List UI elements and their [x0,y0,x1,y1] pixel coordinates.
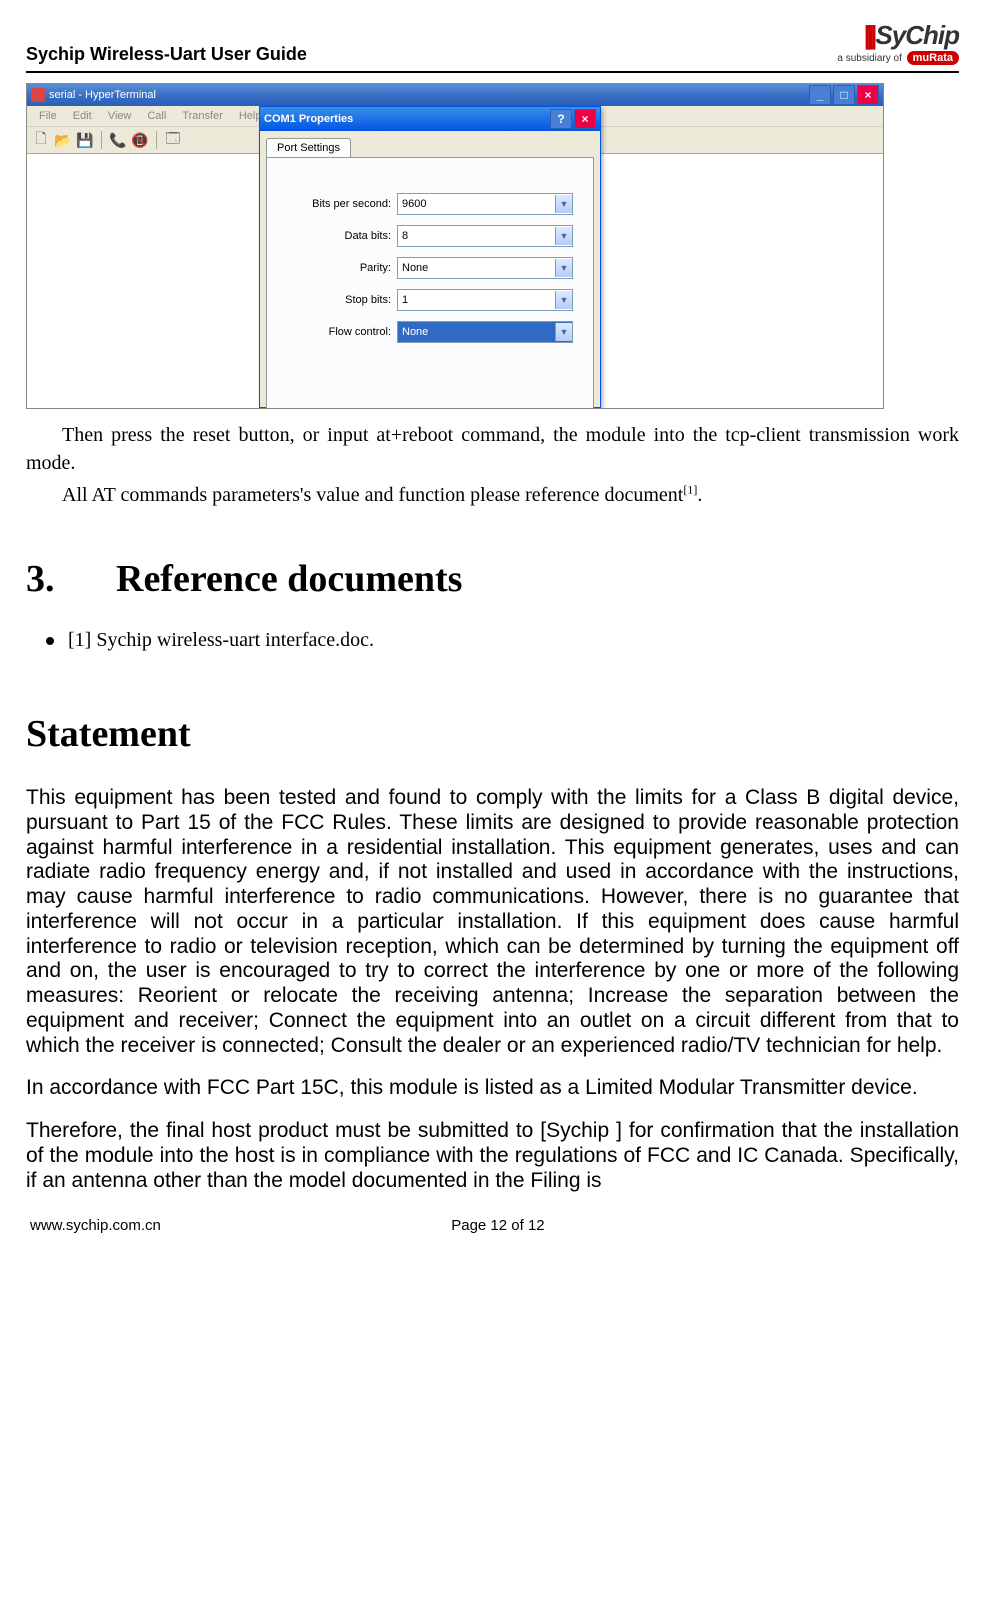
hyperterminal-titlebar: serial - HyperTerminal _ □ × [27,84,883,106]
app-icon [31,88,45,102]
page-footer: www.sychip.com.cn Page 12 of 12 [26,1217,959,1234]
chevron-down-icon: ▼ [555,195,572,213]
label-parity: Parity: [267,262,391,274]
save-icon[interactable]: 💾 [75,130,95,150]
statement-heading: Statement [26,712,959,756]
bullet-icon [46,637,54,645]
dialog-titlebar: COM1 Properties ? × [260,107,600,131]
footer-url: www.sychip.com.cn [30,1217,161,1234]
label-baud: Bits per second: [267,198,391,210]
open-icon[interactable]: 📂 [53,130,73,150]
section-3-heading: 3.Reference documents [26,557,959,601]
menu-file[interactable]: File [31,108,65,124]
label-databits: Data bits: [267,230,391,242]
menu-view[interactable]: View [100,108,140,124]
combo-baud[interactable]: 9600▼ [397,193,573,215]
chevron-down-icon: ▼ [555,227,572,245]
help-button[interactable]: ? [550,109,572,129]
dialog-close-button[interactable]: × [574,109,596,129]
close-button[interactable]: × [857,85,879,105]
doc-title: Sychip Wireless-Uart User Guide [26,20,307,65]
label-flowcontrol: Flow control: [267,326,391,338]
window-title-text: serial - HyperTerminal [49,89,156,101]
logo: |||SyChip a subsidiary of muRata [837,20,959,65]
new-icon[interactable]: 🗋 [31,130,51,150]
reference-item: [1] Sychip wireless-uart interface.doc. [26,629,959,652]
menu-call[interactable]: Call [139,108,174,124]
disconnect-icon[interactable]: 📵 [130,130,150,150]
com1-properties-dialog: COM1 Properties ? × Port Settings Bits p… [259,106,601,408]
combo-flowcontrol[interactable]: None▼ [397,321,573,343]
header-rule [26,71,959,73]
minimize-button[interactable]: _ [809,85,831,105]
statement-p1: This equipment has been tested and found… [26,786,959,1058]
chevron-down-icon: ▼ [555,323,572,341]
statement-p3: Therefore, the final host product must b… [26,1119,959,1193]
statement-body: This equipment has been tested and found… [26,786,959,1193]
chevron-down-icon: ▼ [555,259,572,277]
post-image-text: Then press the reset button, or input at… [26,421,959,509]
footer-page: Page 12 of 12 [451,1217,544,1234]
menu-edit[interactable]: Edit [65,108,100,124]
combo-stopbits[interactable]: 1▼ [397,289,573,311]
tab-port-settings[interactable]: Port Settings [266,138,351,157]
chevron-down-icon: ▼ [555,291,572,309]
label-stopbits: Stop bits: [267,294,391,306]
tab-strip: Port Settings [260,131,600,157]
properties-icon[interactable]: 🗔 [163,130,183,150]
call-icon[interactable]: 📞 [108,130,128,150]
embedded-screenshot: serial - HyperTerminal _ □ × File Edit V… [26,83,884,409]
combo-databits[interactable]: 8▼ [397,225,573,247]
page-header: Sychip Wireless-Uart User Guide |||SyChi… [26,20,959,65]
tab-body: Bits per second: 9600▼ Data bits: 8▼ Par… [266,157,594,409]
dialog-title-text: COM1 Properties [264,113,353,125]
statement-p2: In accordance with FCC Part 15C, this mo… [26,1076,959,1101]
combo-parity[interactable]: None▼ [397,257,573,279]
maximize-button[interactable]: □ [833,85,855,105]
menu-transfer[interactable]: Transfer [174,108,231,124]
